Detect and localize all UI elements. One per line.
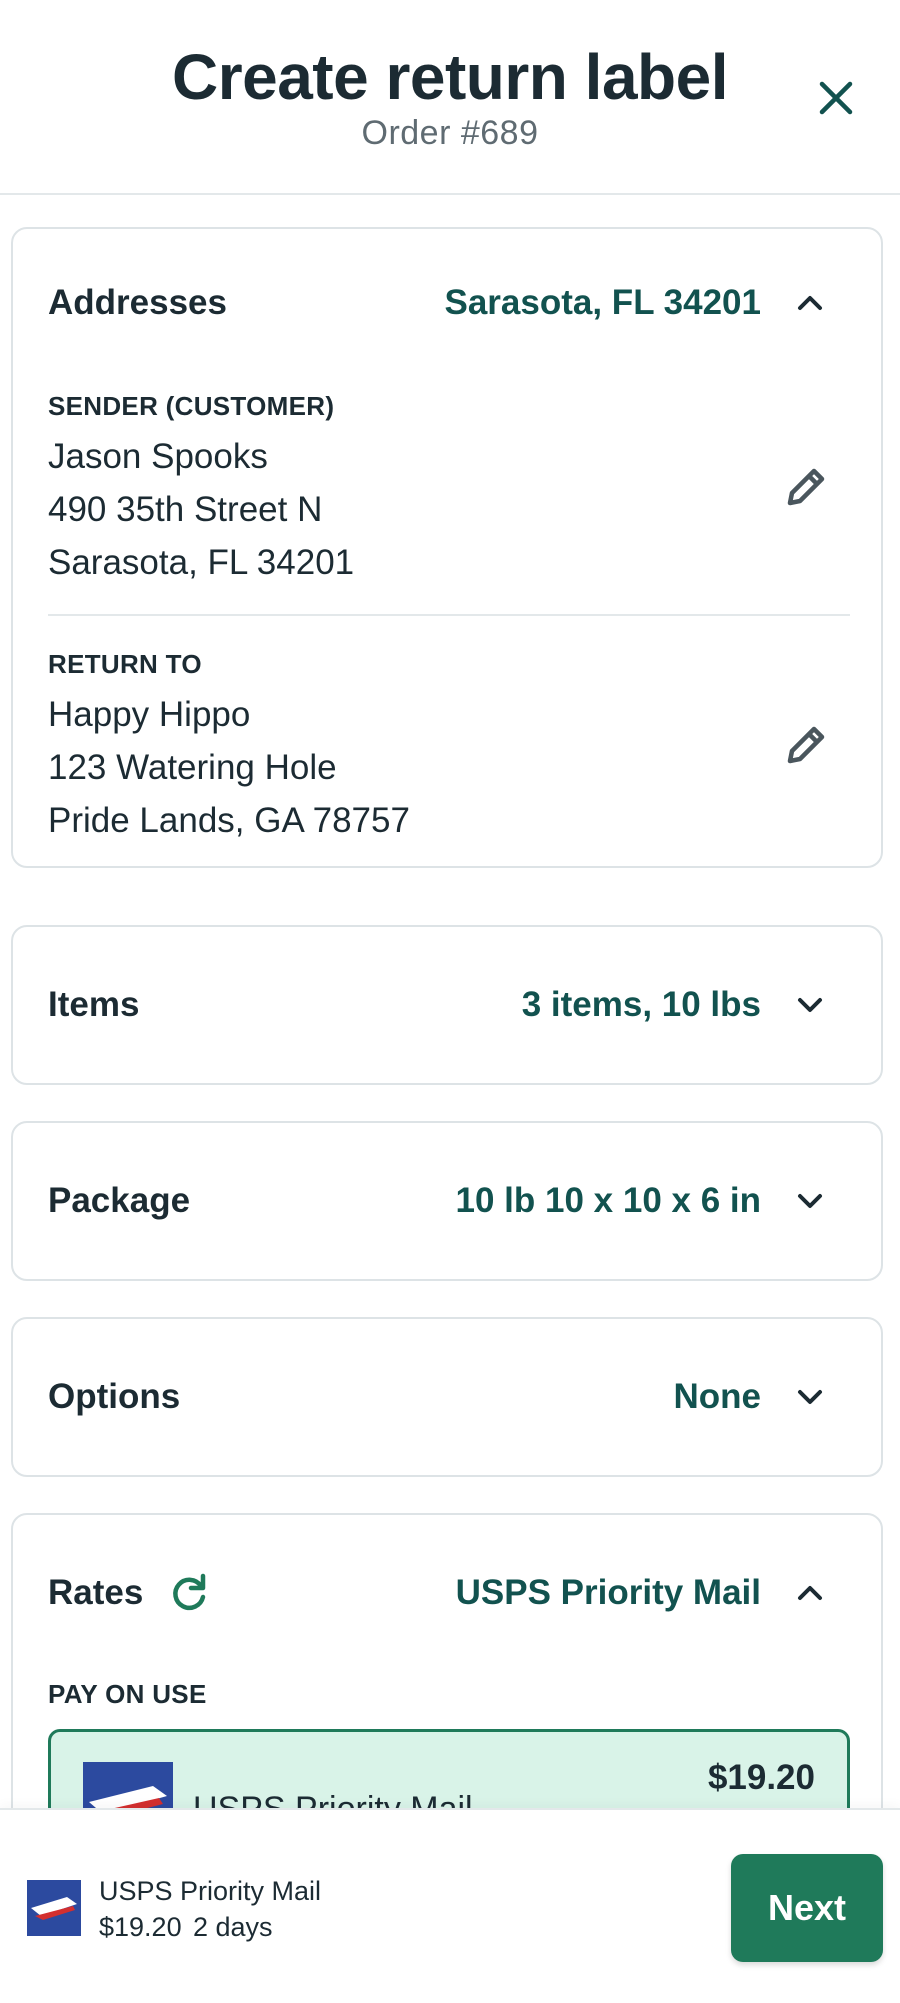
return-city: Pride Lands, GA 78757: [48, 801, 410, 840]
return-to-label: RETURN TO: [48, 649, 202, 679]
chevron-up-icon: [798, 296, 822, 310]
package-header[interactable]: Package 10 lb 10 x 10 x 6 in: [13, 1123, 881, 1279]
chevron-down-icon: [798, 1390, 822, 1404]
options-header[interactable]: Options None: [13, 1319, 881, 1475]
items-label: Items: [48, 985, 140, 1024]
sender-city: Sarasota, FL 34201: [48, 543, 355, 582]
footer-bar: USPS Priority Mail $19.20 2 days Next: [0, 1808, 900, 2003]
order-number: Order #689: [361, 114, 539, 152]
package-label: Package: [48, 1181, 191, 1220]
chevron-down-icon: [798, 998, 822, 1012]
return-street: 123 Watering Hole: [48, 748, 337, 787]
pay-on-use-label: PAY ON USE: [48, 1679, 207, 1709]
options-summary: None: [673, 1377, 762, 1416]
edit-sender-button[interactable]: [778, 459, 834, 515]
usps-logo-icon: [27, 1880, 81, 1936]
address-divider: [48, 614, 850, 616]
sender-label: SENDER (CUSTOMER): [48, 391, 335, 421]
addresses-header[interactable]: Addresses Sarasota, FL 34201: [13, 229, 881, 377]
chevron-down-icon: [798, 1194, 822, 1208]
rates-header[interactable]: Rates USPS Priority Mail: [13, 1515, 881, 1671]
footer-delivery-days: 2 days: [193, 1912, 273, 1942]
pencil-icon: [787, 468, 825, 506]
modal-header: Create return label Order #689: [0, 0, 900, 195]
close-button[interactable]: [812, 74, 860, 122]
return-name: Happy Hippo: [48, 695, 251, 734]
sender-street: 490 35th Street N: [48, 490, 323, 529]
options-card[interactable]: Options None: [11, 1317, 883, 1477]
pencil-icon: [787, 726, 825, 764]
rates-summary: USPS Priority Mail: [455, 1573, 761, 1612]
addresses-summary: Sarasota, FL 34201: [444, 283, 762, 322]
rates-label: Rates: [48, 1573, 144, 1612]
package-summary: 10 lb 10 x 10 x 6 in: [455, 1181, 761, 1220]
items-card[interactable]: Items 3 items, 10 lbs: [11, 925, 883, 1085]
rate-price: $19.20: [707, 1758, 815, 1797]
items-header[interactable]: Items 3 items, 10 lbs: [13, 927, 881, 1083]
page-title: Create return label: [171, 41, 729, 113]
items-summary: 3 items, 10 lbs: [521, 985, 761, 1024]
edit-return-button[interactable]: [778, 717, 834, 773]
package-card[interactable]: Package 10 lb 10 x 10 x 6 in: [11, 1121, 883, 1281]
addresses-label: Addresses: [48, 283, 227, 322]
next-button[interactable]: Next: [731, 1854, 883, 1962]
chevron-up-icon: [798, 1586, 822, 1600]
sender-name: Jason Spooks: [48, 437, 268, 476]
refresh-icon: [173, 1573, 206, 1611]
refresh-rates-button[interactable]: [166, 1570, 212, 1616]
addresses-card: Addresses Sarasota, FL 34201 SENDER (CUS…: [11, 227, 883, 868]
footer-carrier: USPS Priority Mail: [99, 1876, 322, 1906]
footer-price: $19.20: [99, 1912, 182, 1942]
options-label: Options: [48, 1377, 181, 1416]
close-icon: [819, 81, 853, 115]
